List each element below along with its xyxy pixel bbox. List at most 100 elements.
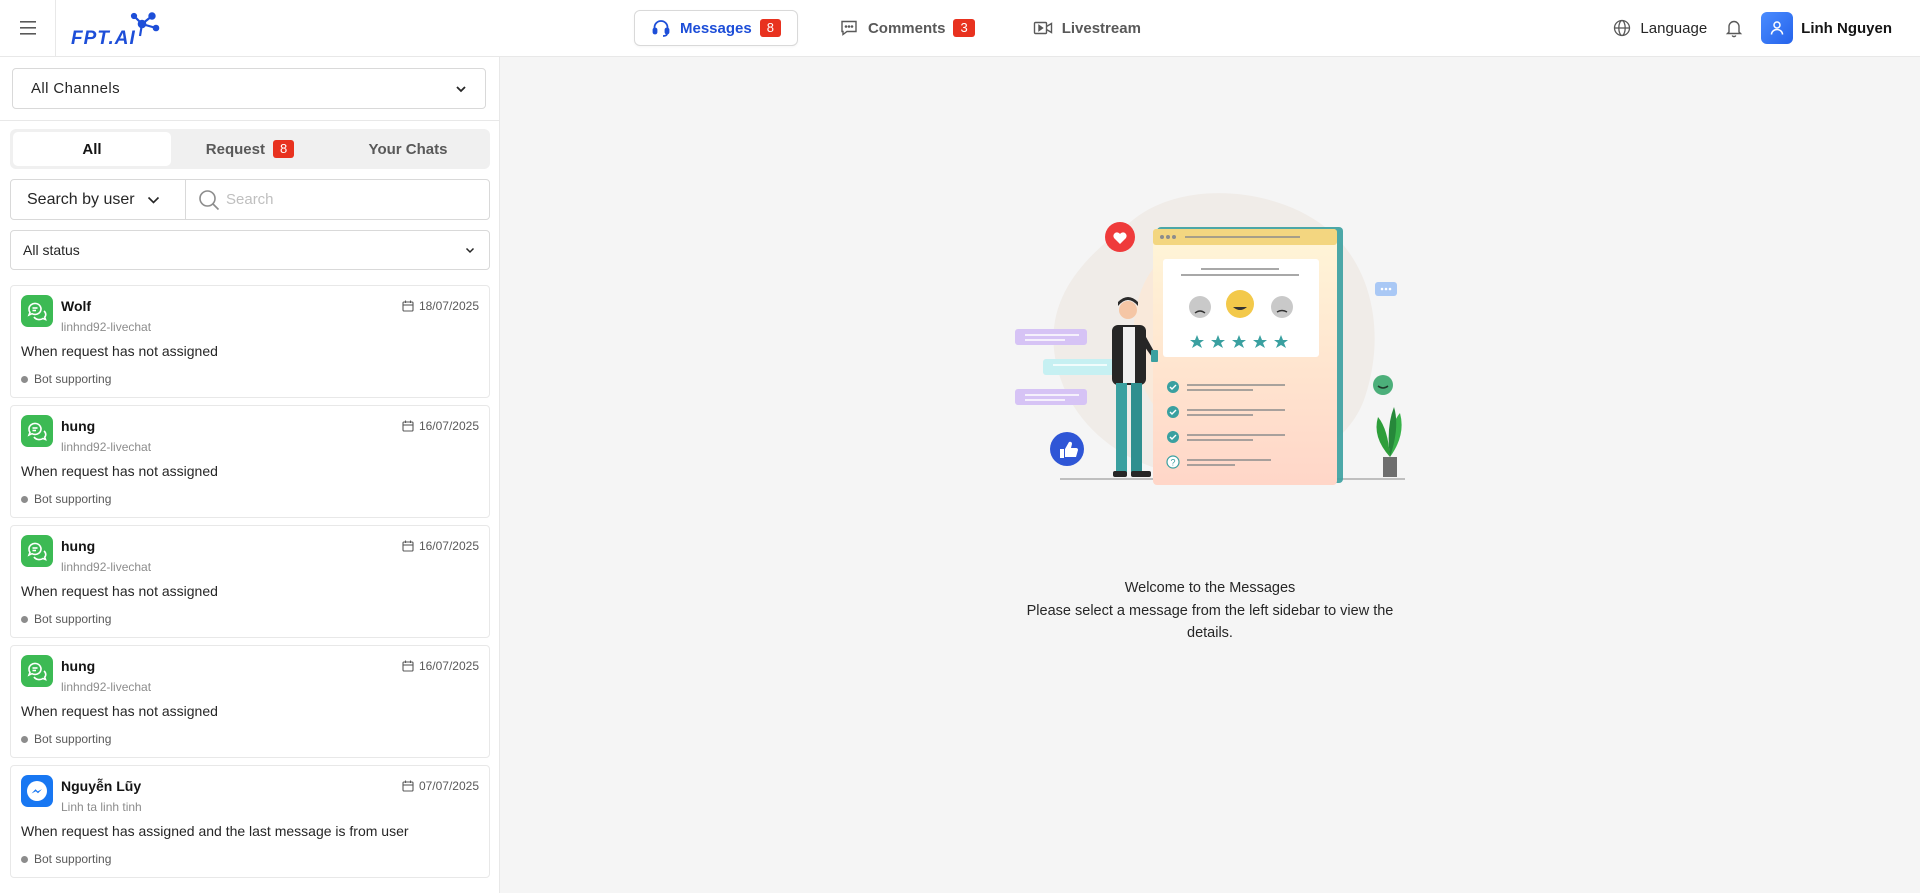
comment-icon [839, 18, 859, 38]
conversation-status: Bot supporting [21, 612, 111, 626]
conversation-item[interactable]: Nguyễn Lũy Linh ta linh tinh 07/07/2025 … [10, 765, 490, 878]
conversation-date: 07/07/2025 [402, 779, 479, 793]
conversation-item[interactable]: hung linhnd92-livechat 16/07/2025 When r… [10, 405, 490, 518]
conversation-status-text: Bot supporting [34, 492, 112, 506]
conversation-name: hung [61, 418, 96, 434]
welcome-title: Welcome to the Messages [1124, 580, 1296, 596]
conversation-item[interactable]: hung linhnd92-livechat 16/07/2025 When r… [10, 525, 490, 638]
tab-comments-label: Comments [867, 19, 946, 37]
notifications-button[interactable] [1725, 18, 1743, 38]
user-menu[interactable]: Linh Nguyen [1761, 12, 1892, 44]
conversation-name: hung [61, 658, 96, 674]
tab-livestream[interactable]: Livestream [1016, 10, 1158, 46]
conversation-status-text: Bot supporting [34, 372, 112, 386]
search-icon [199, 189, 220, 210]
conversation-message: When request has assigned and the last m… [21, 823, 409, 839]
fpt-ai-logo[interactable]: FPT.AI [70, 10, 170, 49]
tab-livestream-label: Livestream [1061, 19, 1141, 37]
messages-count-badge: 8 [759, 19, 781, 37]
search-by-select[interactable]: Search by user [11, 180, 186, 219]
search-input[interactable] [226, 191, 466, 208]
status-dot [21, 495, 28, 503]
calendar-icon [402, 540, 414, 552]
status-dot [21, 855, 28, 863]
header-actions: Language Linh Nguyen [1613, 11, 1892, 45]
main-tabs: Messages 8 Comments 3 Livestream [634, 10, 1182, 46]
filter-tab-request[interactable]: Request 8 [171, 132, 329, 166]
filter-tab-request-label: Request [205, 140, 265, 158]
avatar [1761, 12, 1794, 44]
conversation-date: 18/07/2025 [402, 299, 479, 313]
conversation-name: hung [61, 538, 96, 554]
welcome-subtitle: Please select a message from the left si… [1026, 602, 1394, 642]
empty-state-illustration: ? [1015, 193, 1405, 485]
conversation-source: linhnd92-livechat [61, 560, 152, 574]
messenger-icon [21, 775, 53, 807]
conversation-source: linhnd92-livechat [61, 320, 152, 334]
conversation-status: Bot supporting [21, 852, 111, 866]
top-header: FPT.AI Messages 8 Comments 3 Livestream … [0, 0, 1920, 57]
conversation-source: linhnd92-livechat [61, 680, 152, 694]
livechat-icon [21, 535, 53, 567]
svg-text:FPT.AI: FPT.AI [71, 28, 136, 48]
conversation-status: Bot supporting [21, 732, 111, 746]
calendar-icon [402, 780, 414, 792]
conversation-status-text: Bot supporting [34, 852, 112, 866]
livechat-icon [21, 655, 53, 687]
language-label: Language [1640, 19, 1708, 37]
request-count-badge: 8 [272, 140, 295, 158]
status-dot [21, 735, 28, 743]
conversation-message: When request has not assigned [21, 703, 218, 719]
conversation-date: 16/07/2025 [402, 659, 479, 673]
chevron-down-icon [147, 196, 159, 204]
bell-icon [1725, 20, 1743, 38]
conversation-message: When request has not assigned [21, 463, 218, 479]
livechat-icon [21, 415, 53, 447]
hamburger-menu-button[interactable] [0, 0, 56, 56]
filter-tab-your-chats-label: Your Chats [368, 140, 448, 158]
search-by-value: Search by user [27, 190, 135, 208]
conversation-status-text: Bot supporting [34, 612, 112, 626]
conversation-status-text: Bot supporting [34, 732, 112, 746]
divider [0, 120, 500, 121]
channel-select-value: All Channels [31, 80, 121, 97]
conversation-source: Linh ta linh tinh [61, 800, 142, 814]
chevron-down-icon [465, 247, 475, 253]
conversation-status: Bot supporting [21, 492, 111, 506]
conversation-list: Wolf linhnd92-livechat 18/07/2025 When r… [10, 285, 490, 893]
conversation-name: Wolf [61, 298, 92, 314]
conversation-name: Nguyễn Lũy [61, 778, 142, 794]
filter-tab-all-label: All [82, 140, 102, 158]
status-select[interactable]: All status [10, 230, 490, 270]
calendar-icon [402, 420, 414, 432]
globe-icon [1614, 19, 1631, 37]
conversation-item[interactable]: hung linhnd92-livechat 16/07/2025 When r… [10, 645, 490, 758]
user-icon [1770, 21, 1784, 35]
search-box [186, 180, 489, 219]
calendar-icon [402, 660, 414, 672]
tab-comments[interactable]: Comments 3 [822, 10, 992, 46]
conversation-date: 16/07/2025 [402, 419, 479, 433]
status-select-value: All status [23, 242, 80, 258]
conversation-item[interactable]: Wolf linhnd92-livechat 18/07/2025 When r… [10, 285, 490, 398]
conversation-message: When request has not assigned [21, 583, 218, 599]
livechat-icon [21, 295, 53, 327]
empty-state-message: Welcome to the Messages Please select a … [1025, 577, 1395, 645]
svg-text:?: ? [1171, 458, 1176, 468]
channel-select[interactable]: All Channels [12, 68, 486, 109]
user-name: Linh Nguyen [1801, 19, 1892, 37]
filter-tab-your-chats[interactable]: Your Chats [329, 132, 487, 166]
conversation-date: 16/07/2025 [402, 539, 479, 553]
conversation-source: linhnd92-livechat [61, 440, 152, 454]
calendar-icon [402, 300, 414, 312]
hamburger-icon [19, 21, 36, 35]
language-switcher[interactable]: Language [1613, 19, 1707, 37]
headset-icon [651, 18, 671, 38]
video-icon [1033, 18, 1053, 38]
filter-tab-all[interactable]: All [13, 132, 171, 166]
tab-messages[interactable]: Messages 8 [634, 10, 798, 46]
conversation-status: Bot supporting [21, 372, 111, 386]
conversation-date-text: 07/07/2025 [418, 779, 479, 793]
chevron-down-icon [456, 85, 466, 92]
search-bar: Search by user [10, 179, 490, 220]
